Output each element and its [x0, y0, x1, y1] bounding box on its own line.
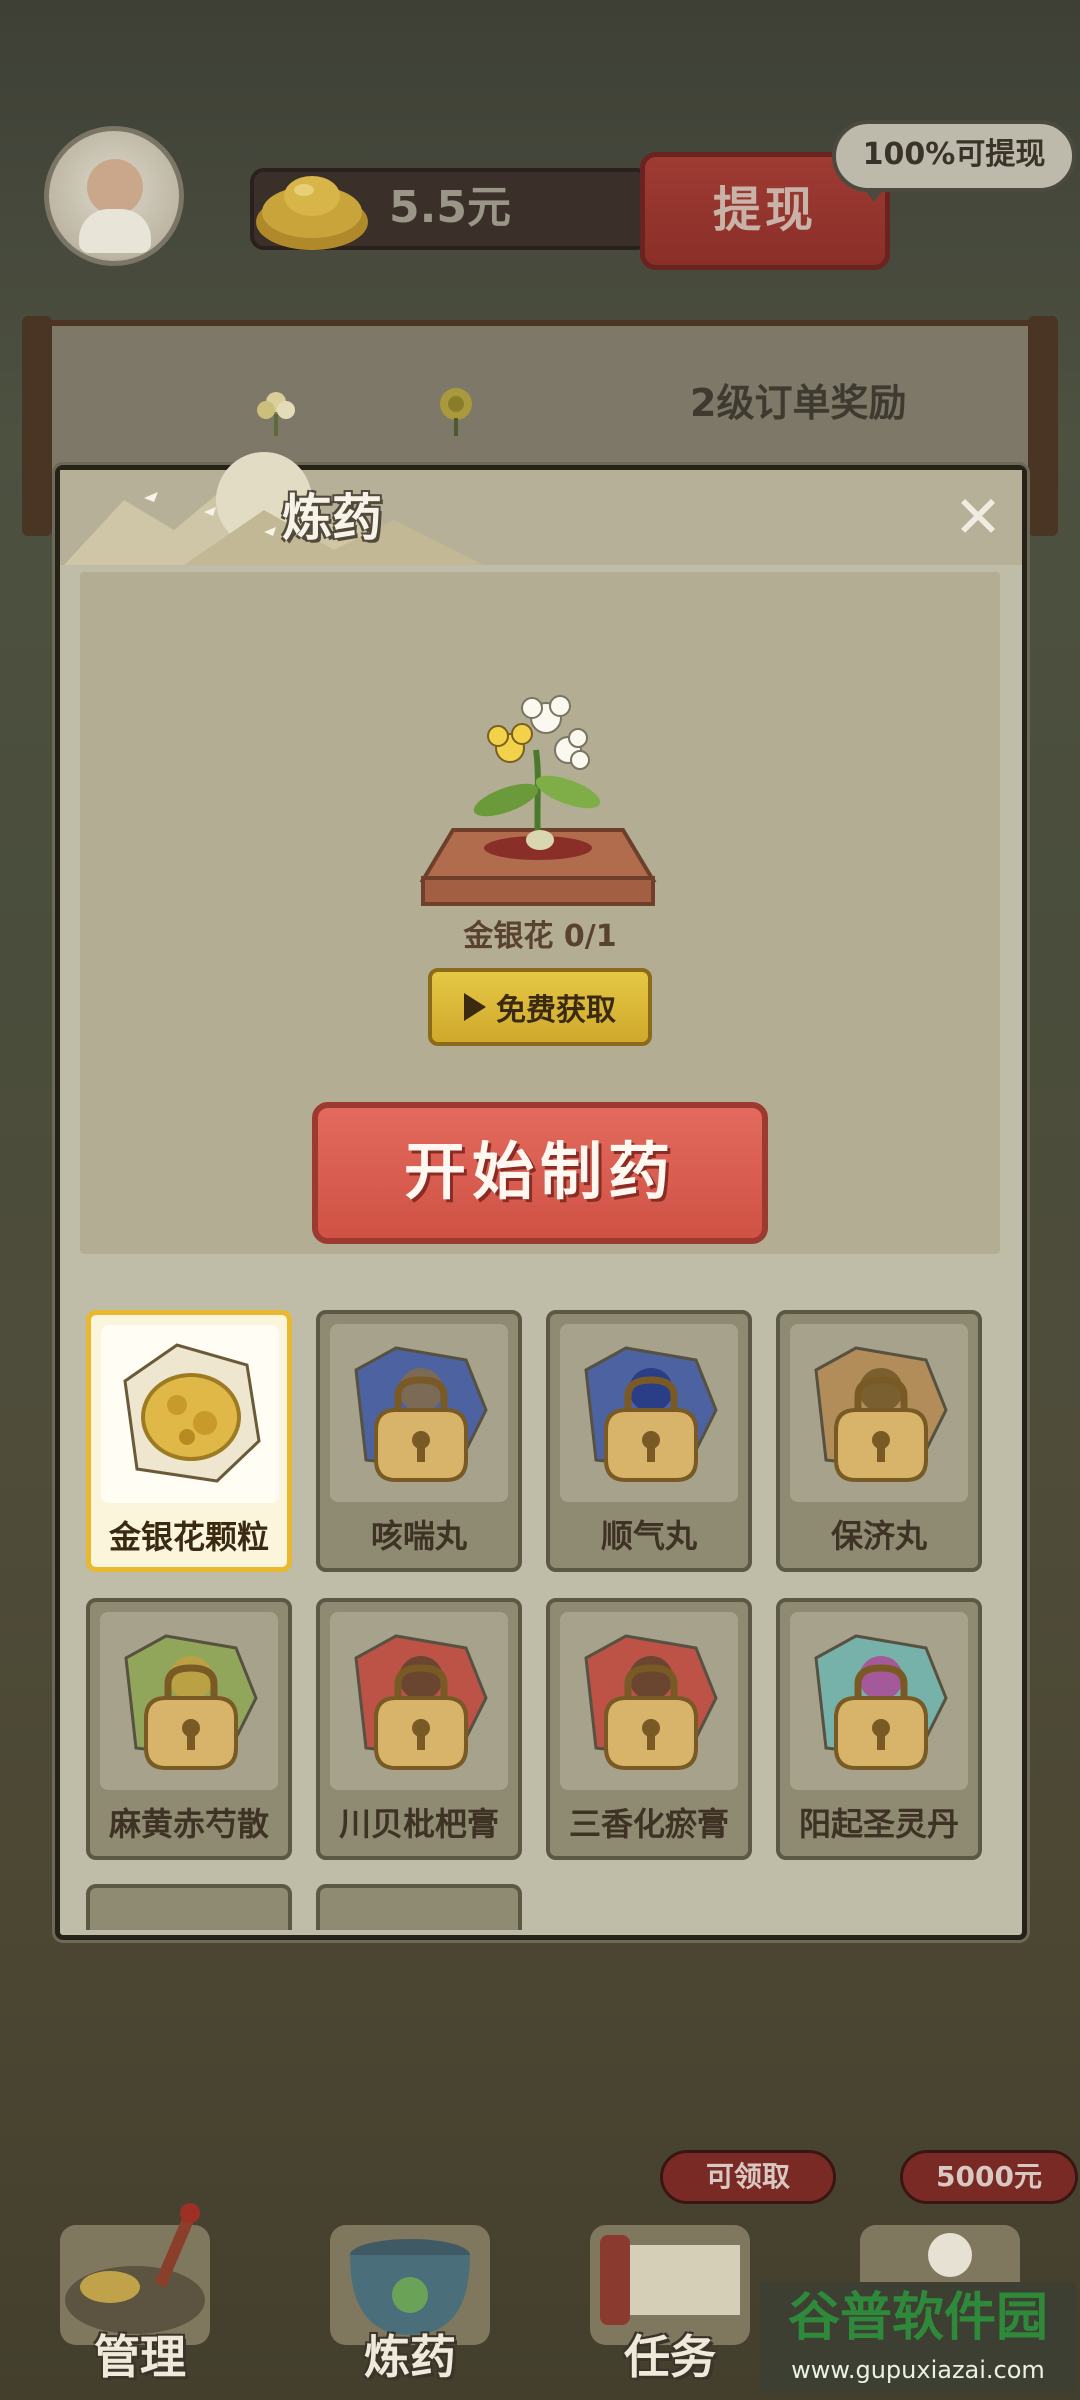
medicine-card-partial[interactable] [86, 1884, 292, 1930]
medicine-card[interactable]: 保济丸 [776, 1310, 982, 1572]
medicine-card[interactable]: 麻黄赤芍散 [86, 1598, 292, 1860]
honeysuckle-plant-illustration [419, 695, 657, 906]
locked-medicine-icon [814, 1634, 948, 1770]
medicine-name: 川贝枇杷膏 [338, 1805, 499, 1843]
medicine-name: 顺气丸 [600, 1517, 697, 1555]
close-icon[interactable]: ✕ [948, 488, 1008, 548]
medicine-card[interactable]: 金银花颗粒 [86, 1310, 292, 1572]
medicine-name: 麻黄赤芍散 [108, 1805, 269, 1843]
nav-manage-button[interactable]: 管理 [30, 2185, 250, 2395]
medicine-card[interactable]: 咳喘丸 [316, 1310, 522, 1572]
nav-task-label: 任务 [624, 2330, 716, 2384]
locked-medicine-icon [584, 1634, 718, 1770]
start-crafting-button[interactable]: 开始制药 [312, 1102, 768, 1244]
nav-alchemy-label: 炼药 [364, 2330, 456, 2384]
dialog-title: 炼药 [282, 489, 382, 547]
nav-task-button[interactable]: 任务 [560, 2185, 780, 2395]
watermark-url: www.gupuxiazai.com [791, 2356, 1045, 2384]
free-get-label: 免费获取 [496, 993, 616, 1028]
watermark-title: 谷普软件园 [787, 2288, 1048, 2348]
locked-medicine-icon [124, 1634, 258, 1770]
nav-manage-label: 管理 [94, 2330, 186, 2384]
medicine-card[interactable]: 三香化瘀膏 [546, 1598, 752, 1860]
locked-medicine-icon [584, 1346, 718, 1482]
locked-medicine-icon [814, 1346, 948, 1482]
medicine-card-partial[interactable] [316, 1884, 522, 1930]
medicine-name: 咳喘丸 [370, 1517, 467, 1555]
order-reward-label: 2级订单奖励 [690, 381, 907, 425]
medicine-name: 阳起圣灵丹 [798, 1805, 959, 1843]
balance-amount: 5.5元 [389, 182, 511, 233]
play-icon [464, 993, 486, 1021]
medicine-name: 保济丸 [830, 1517, 927, 1555]
nav-alchemy-button[interactable]: 炼药 [300, 2185, 520, 2395]
avatar[interactable] [44, 126, 184, 266]
medicine-card[interactable]: 阳起圣灵丹 [776, 1598, 982, 1860]
medicine-card[interactable]: 川贝枇杷膏 [316, 1598, 522, 1860]
medicine-name: 金银花颗粒 [108, 1518, 269, 1556]
flower-icon [257, 392, 295, 436]
locked-medicine-icon [354, 1634, 488, 1770]
ingredient-status: 金银花 0/1 [463, 919, 617, 954]
flower-icon [440, 388, 472, 436]
honeysuckle-granule-icon [123, 1343, 261, 1483]
free-get-button[interactable]: 免费获取 [428, 968, 652, 1046]
medicine-card[interactable]: 顺气丸 [546, 1310, 752, 1572]
locked-medicine-icon [354, 1346, 488, 1482]
medicine-name: 三香化瘀膏 [568, 1805, 729, 1843]
withdraw-tip-bubble: 100%可提现 [832, 120, 1076, 192]
